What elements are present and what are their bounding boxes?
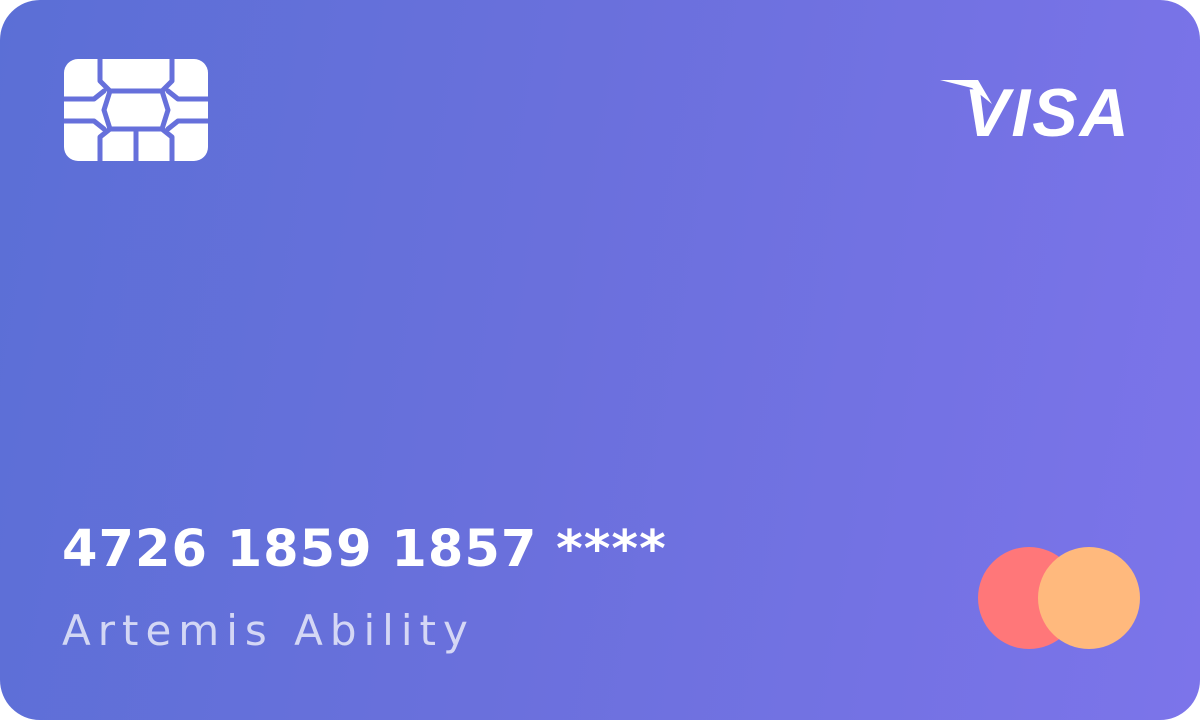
visa-logo: VISA	[940, 75, 1131, 145]
cardholder-name: Artemis Ability	[62, 606, 475, 655]
mastercard-logo	[978, 547, 1142, 649]
chip-icon	[64, 59, 208, 161]
svg-text:VISA: VISA	[964, 75, 1131, 145]
credit-card: VISA 4726 1859 1857 **** Artemis Ability	[0, 0, 1200, 720]
mastercard-right-circle-icon	[1038, 547, 1140, 649]
card-number: 4726 1859 1857 ****	[62, 520, 667, 579]
